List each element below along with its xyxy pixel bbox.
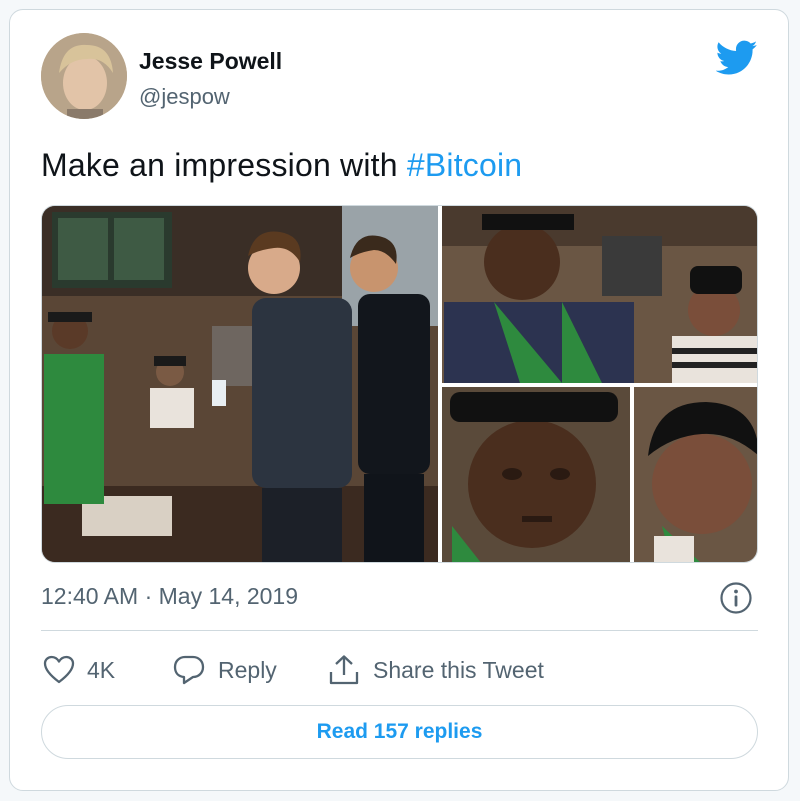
tweet-text-body: Make an impression with [41,147,407,183]
tweet-media[interactable] [41,205,758,563]
reply-label: Reply [218,656,277,683]
info-icon[interactable] [719,581,753,615]
tweet-date: May 14, 2019 [158,583,299,609]
tweet-time: 12:40 AM [41,583,139,609]
media-image-bottom-left[interactable] [442,387,630,563]
twitter-bird-icon[interactable] [716,40,758,76]
reply-button[interactable]: Reply [172,652,277,688]
timestamp-separator: · [138,583,159,609]
author-name[interactable]: Jesse Powell [139,48,282,75]
media-image-main[interactable] [42,206,438,563]
author-handle[interactable]: @jespow [139,84,230,110]
hashtag-link[interactable]: #Bitcoin [407,147,522,183]
tweet-text: Make an impression with #Bitcoin [41,147,522,184]
media-image-top-right[interactable] [442,206,758,383]
heart-icon [43,655,75,684]
like-button[interactable]: 4K [43,652,115,688]
like-count: 4K [87,656,116,683]
share-button[interactable]: Share this Tweet [327,652,544,688]
share-label: Share this Tweet [373,656,544,683]
divider [41,630,758,631]
read-replies-button[interactable]: Read 157 replies [41,705,758,759]
share-icon [329,655,359,685]
read-replies-label: Read 157 replies [316,720,483,743]
reply-icon [173,655,205,685]
avatar[interactable] [41,33,127,119]
tweet-card: Jesse Powell @jespow Make an impression … [9,9,789,791]
media-image-bottom-right[interactable] [634,387,758,563]
tweet-timestamp[interactable]: 12:40 AM · May 14, 2019 [41,583,298,610]
